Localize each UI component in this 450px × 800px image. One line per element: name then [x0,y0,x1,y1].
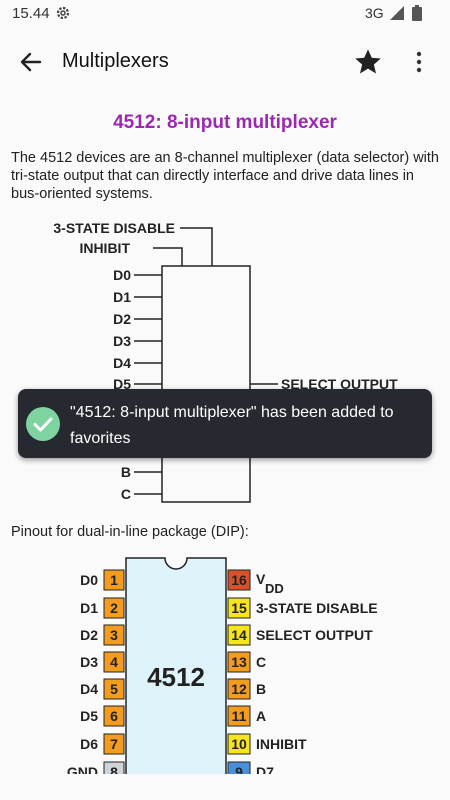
svg-text:9: 9 [235,764,243,774]
more-vert-icon[interactable] [405,46,433,78]
svg-text:INHIBIT: INHIBIT [256,736,307,752]
svg-text:7: 7 [110,736,118,752]
svg-text:3-STATE DISABLE: 3-STATE DISABLE [256,600,378,616]
right-pin-14: 14 SELECT OUTPUT [227,624,373,646]
left-pin-6: 6 D5 [80,705,125,727]
favorite-toast: "4512: 8-input multiplexer" has been add… [18,389,432,458]
right-pin-13: 13 C [227,651,266,673]
network-type: 3G [365,5,384,21]
svg-text:6: 6 [110,708,118,724]
label-d1: D1 [113,289,131,305]
svg-text:15: 15 [231,600,247,616]
status-time: 15.44 [12,5,50,22]
svg-text:5: 5 [110,681,118,697]
pinout-caption: Pinout for dual-in-line package (DIP): [11,524,249,540]
svg-text:D3: D3 [80,654,98,670]
system-nav-bar [0,774,450,800]
chip-label: 4512 [147,662,205,692]
left-pin-3: 3 D2 [80,624,125,646]
status-bar: 15.44 3G [0,0,450,28]
arrow-back-icon[interactable] [14,45,48,79]
svg-text:D1: D1 [80,600,98,616]
svg-text:D4: D4 [80,681,98,697]
label-d2: D2 [113,311,131,327]
svg-text:DD: DD [265,581,284,596]
label-d4: D4 [113,355,131,371]
svg-text:12: 12 [231,681,247,697]
label-3-state-disable: 3-STATE DISABLE [53,220,175,236]
left-pin-7: 7 D6 [80,733,125,755]
gear-icon [56,6,70,20]
right-pin-16: 16 V DD [227,569,284,596]
right-pin-12: 12 B [227,678,266,700]
label-inhibit: INHIBIT [79,240,130,256]
left-pin-2: 2 D1 [80,597,125,619]
svg-text:11: 11 [232,708,247,724]
page-title: Multiplexers [62,50,169,72]
right-pin-15: 15 3-STATE DISABLE [227,597,378,619]
left-pin-8: 8 GND [67,761,125,774]
svg-text:A: A [256,708,266,724]
left-pin-5: 5 D4 [80,678,125,700]
svg-text:D5: D5 [80,708,98,724]
right-pin-10: 10 INHIBIT [227,733,307,755]
article-description: The 4512 devices are an 8-channel multip… [11,150,439,202]
label-d0: D0 [113,267,131,283]
svg-text:3: 3 [110,627,118,643]
right-pin-11: 11 A [227,705,266,727]
svg-text:8: 8 [110,764,118,774]
battery-icon [412,5,422,21]
left-pin-4: 4 D3 [80,651,125,673]
svg-text:SELECT OUTPUT: SELECT OUTPUT [256,627,373,643]
svg-text:4: 4 [110,654,118,670]
svg-text:GND: GND [67,764,98,774]
svg-text:16: 16 [231,572,247,588]
logic-diagram: 3-STATE DISABLE INHIBIT D0 D1 D2 D3 D4 D… [53,220,398,503]
dip-pinout-diagram: 4512 1 D0 2 D1 3 D2 4 D3 5 D4 6 D5 7 D6 … [67,557,378,774]
star-icon[interactable] [352,46,384,78]
signal-icon [390,6,404,20]
svg-text:C: C [256,654,266,670]
svg-text:D7: D7 [256,764,274,774]
app-bar: Multiplexers [0,28,450,94]
svg-text:2: 2 [110,600,118,616]
svg-text:1: 1 [110,572,118,588]
svg-text:10: 10 [231,736,247,752]
article-heading: 4512: 8-input multiplexer [113,112,337,133]
right-pin-9: 9 D7 [227,761,274,774]
toast-message: "4512: 8-input multiplexer" has been add… [70,404,394,447]
left-pin-1: 1 D0 [80,569,125,591]
svg-text:D6: D6 [80,736,98,752]
svg-text:D0: D0 [80,572,98,588]
svg-text:B: B [256,681,266,697]
check-circle-icon [26,407,60,441]
label-c: C [121,486,131,502]
label-b: B [121,464,131,480]
svg-text:D2: D2 [80,627,98,643]
svg-text:13: 13 [231,654,247,670]
label-d3: D3 [113,333,131,349]
svg-text:14: 14 [231,627,247,643]
